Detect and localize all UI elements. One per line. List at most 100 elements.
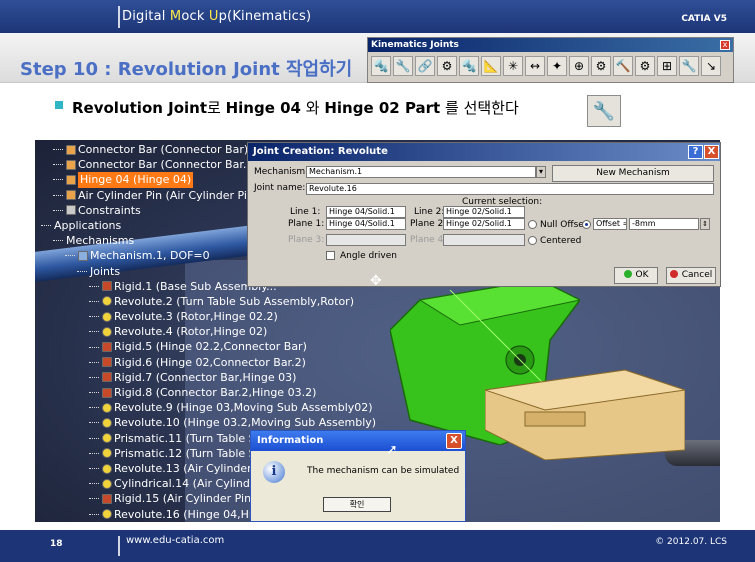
toolbar-close-icon[interactable]: x (720, 40, 730, 50)
tree-connector (53, 164, 63, 166)
new-mechanism-button[interactable]: New Mechanism (552, 165, 714, 182)
joint-tool-icon[interactable]: ✳ (503, 56, 523, 76)
tree-item-label: Mechanism.1, DOF=0 (90, 249, 210, 263)
plane3-field[interactable] (326, 234, 406, 246)
plane4-label: Plane 4: (410, 235, 447, 245)
mech-icon (78, 250, 88, 261)
joint-tool-icon[interactable]: 🔧 (679, 56, 699, 76)
tree-item[interactable]: Revolute.9 (Hinge 03,Moving Sub Assembly… (41, 400, 376, 415)
rigid-icon (102, 387, 112, 398)
line1-field[interactable]: Hinge 04/Solid.1 (326, 206, 406, 218)
tree-item-label: Revolute.4 (Rotor,Hinge 02) (114, 325, 268, 339)
tree-item-label: Rigid.6 (Hinge 02,Connector Bar.2) (114, 355, 306, 369)
tree-connector (53, 240, 63, 242)
joint-tool-icon[interactable]: ⚙ (635, 56, 655, 76)
tree-connector (65, 255, 75, 257)
rev-icon (102, 326, 112, 337)
information-close-button[interactable]: X (446, 433, 462, 449)
joint-tool-icon[interactable]: ✦ (547, 56, 567, 76)
close-button[interactable]: X (704, 145, 719, 159)
tree-connector (89, 513, 99, 515)
tree-item-label: Hinge 04 (Hinge 04) (78, 172, 194, 188)
joint-tool-icon[interactable]: ↘ (701, 56, 721, 76)
rigid-icon (102, 357, 112, 368)
joint-tool-icon[interactable]: 🔨 (613, 56, 633, 76)
joint-name-field[interactable]: Revolute.16 (306, 183, 714, 195)
tree-connector (89, 331, 99, 333)
page-number: 18 (50, 539, 63, 549)
slide-footer (0, 530, 755, 562)
tree-connector (89, 468, 99, 470)
footer-separator (118, 536, 120, 556)
tree-connector (89, 392, 99, 394)
tree-item[interactable]: Rigid.7 (Connector Bar,Hinge 03) (41, 370, 376, 385)
plane1-field[interactable]: Hinge 04/Solid.1 (326, 218, 406, 230)
help-button[interactable]: ? (688, 145, 703, 159)
tree-connector (53, 179, 63, 181)
tree-item[interactable]: Rigid.8 (Connector Bar.2,Hinge 03.2) (41, 385, 376, 400)
tree-item[interactable]: Rigid.5 (Hinge 02.2,Connector Bar) (41, 339, 376, 354)
rev-icon (102, 448, 112, 459)
tree-item-label: Revolute.9 (Hinge 03,Moving Sub Assembly… (114, 401, 373, 415)
information-icon: i (263, 461, 285, 483)
line1-label: Line 1: (290, 207, 321, 217)
line2-field[interactable]: Hinge 02/Solid.1 (443, 206, 525, 218)
website-link[interactable]: www.edu-catia.com (126, 535, 224, 546)
rigid-icon (102, 372, 112, 383)
joint-tool-icon[interactable]: 🔧 (393, 56, 413, 76)
tree-connector (89, 483, 99, 485)
tree-item-label: Rigid.8 (Connector Bar.2,Hinge 03.2) (114, 386, 317, 399)
rev-icon (102, 417, 112, 428)
rev-icon (102, 402, 112, 413)
tree-item[interactable]: Revolute.10 (Hinge 03.2,Moving Sub Assem… (41, 415, 376, 430)
tree-item-label: Air Cylinder Pin (Air Cylinder Pin) (78, 188, 259, 202)
chevron-down-icon[interactable]: ▾ (536, 166, 546, 178)
product-label: CATIA V5 (681, 14, 727, 24)
joint-dialog-title: Joint Creation: Revolute (248, 143, 720, 161)
joint-tool-icon[interactable]: ⚙ (591, 56, 611, 76)
rev-icon (102, 509, 112, 520)
tree-connector (89, 300, 99, 302)
joint-tool-icon[interactable]: 📐 (481, 56, 501, 76)
rigid-icon (102, 342, 112, 353)
revolute-joint-icon: 🔧 (587, 95, 621, 127)
joint-tool-icon[interactable]: 🔩 (459, 56, 479, 76)
tree-item[interactable]: Rigid.6 (Hinge 02,Connector Bar.2) (41, 355, 376, 370)
joint-tool-icon[interactable]: ⊞ (657, 56, 677, 76)
toolbar-title: Kinematics Joints (368, 38, 733, 52)
joint-tool-icon[interactable]: ↔ (525, 56, 545, 76)
tree-connector (41, 225, 51, 227)
tree-item[interactable]: Revolute.3 (Rotor,Hinge 02.2) (41, 309, 376, 324)
information-message: The mechanism can be simulated (307, 466, 460, 476)
joint-tool-icon[interactable]: 🔗 (415, 56, 435, 76)
joint-tool-icon[interactable]: 🔩 (371, 56, 391, 76)
confirm-button[interactable]: 확인 (323, 497, 391, 512)
plane4-field[interactable] (443, 234, 525, 246)
ok-button[interactable]: OK (614, 267, 658, 284)
tree-item[interactable]: Revolute.4 (Rotor,Hinge 02) (41, 324, 376, 339)
tree-connector (89, 407, 99, 409)
tree-item-label: Revolute.2 (Turn Table Sub Assembly,Roto… (114, 294, 354, 308)
tree-connector (89, 285, 99, 287)
part-icon (66, 174, 76, 185)
plane2-field[interactable]: Hinge 02/Solid.1 (443, 218, 525, 230)
rigid-icon (102, 493, 112, 504)
part-icon (66, 190, 76, 201)
angle-driven-label: Angle driven (340, 251, 397, 261)
mechanism-select[interactable]: Mechanism.1 (306, 166, 536, 178)
centered-radio[interactable] (528, 236, 537, 245)
tree-connector (89, 361, 99, 363)
cancel-button[interactable]: Cancel (666, 267, 716, 284)
null-offset-radio[interactable] (528, 220, 537, 229)
rev-icon (102, 433, 112, 444)
angle-driven-checkbox[interactable] (326, 251, 335, 260)
joint-tool-icon[interactable]: ⊕ (569, 56, 589, 76)
tree-item-label: Connector Bar (Connector Bar.2) (78, 158, 258, 172)
tree-item[interactable]: Revolute.2 (Turn Table Sub Assembly,Roto… (41, 294, 376, 309)
offset-stepper[interactable]: ⇕ (700, 218, 710, 230)
rev-icon (102, 296, 112, 307)
offset-radio[interactable] (582, 220, 591, 229)
offset-field[interactable]: -8mm (629, 218, 699, 230)
joint-tool-icon[interactable]: ⚙ (437, 56, 457, 76)
hinge-02-part[interactable] (485, 350, 685, 460)
